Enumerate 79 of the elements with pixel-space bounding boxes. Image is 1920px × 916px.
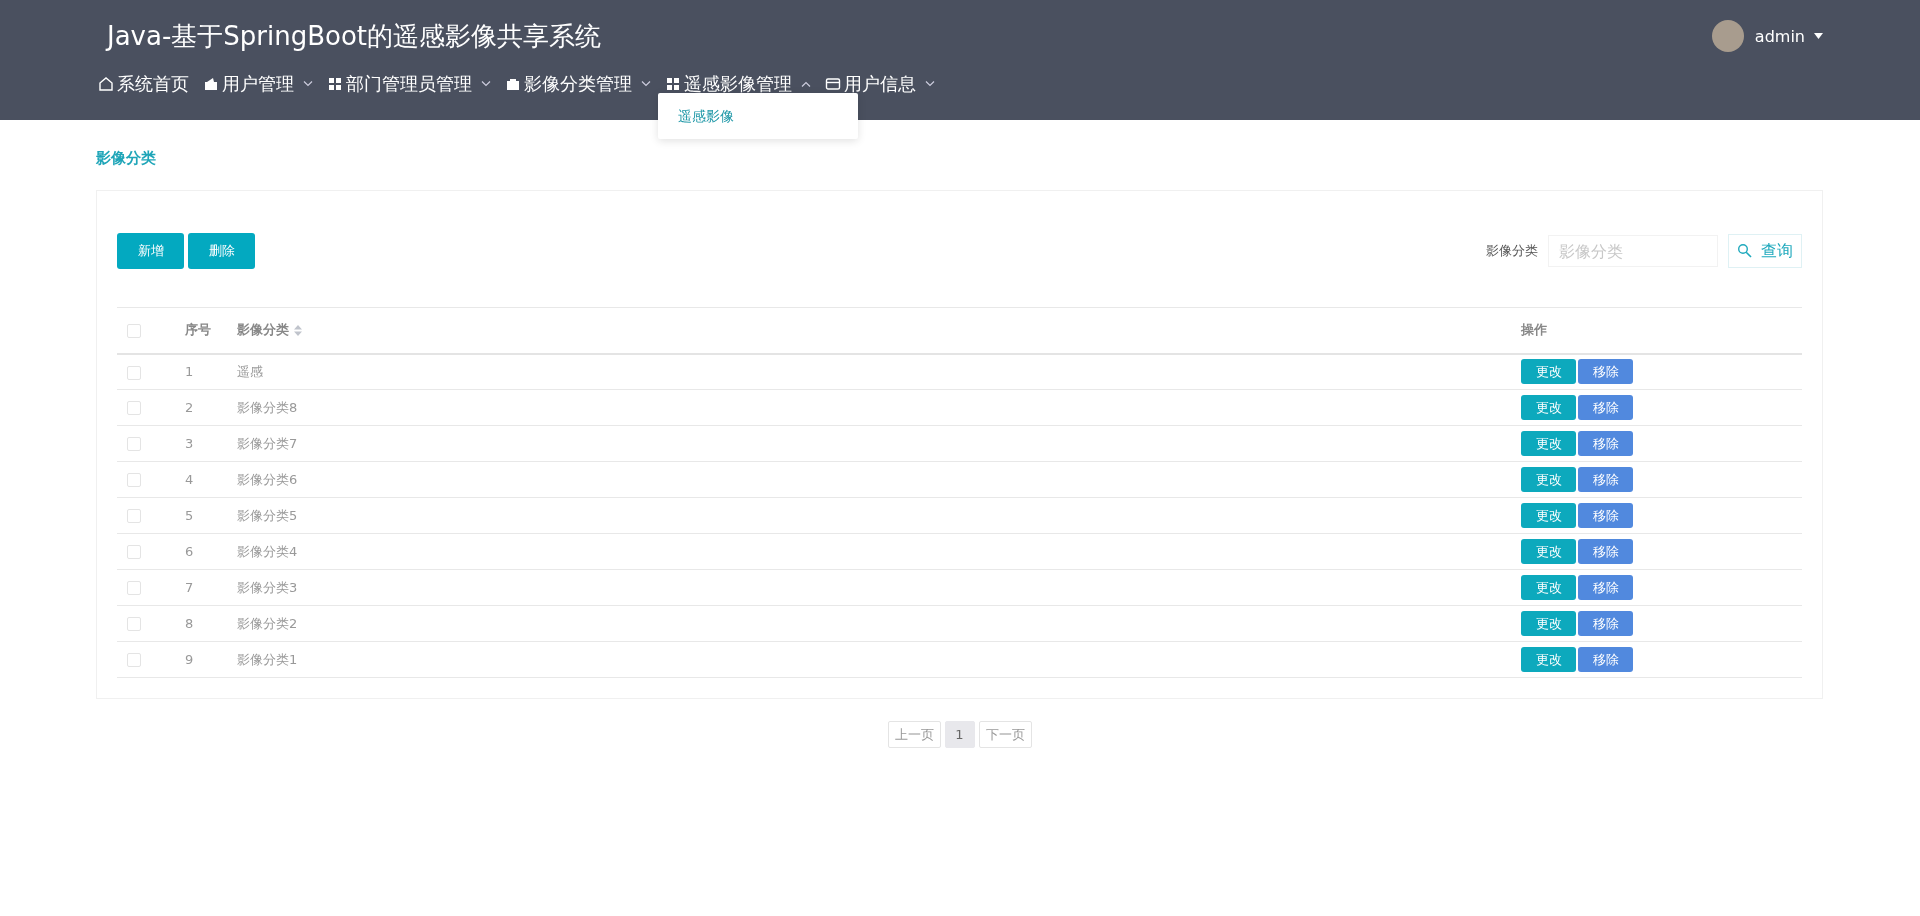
edit-button[interactable]: 更改	[1521, 647, 1576, 672]
table-cell: 5	[185, 508, 194, 523]
table-cell: 1	[185, 364, 194, 380]
table-cell: 8	[185, 616, 194, 631]
remove-button[interactable]: 移除	[1578, 611, 1633, 636]
edit-button[interactable]: 更改	[1521, 431, 1576, 456]
edit-button[interactable]: 更改	[1521, 395, 1576, 420]
table-cell: 3	[185, 436, 194, 451]
chevron-icon	[801, 81, 811, 87]
chevron-icon	[641, 81, 651, 87]
select-all-checkbox[interactable]	[127, 324, 141, 338]
edit-button[interactable]: 更改	[1521, 539, 1576, 564]
table-cell: 影像分类8	[237, 399, 298, 415]
row-checkbox[interactable]	[127, 473, 141, 488]
edit-button[interactable]: 更改	[1521, 503, 1576, 528]
chevron-icon	[303, 81, 313, 87]
sort-icon[interactable]	[294, 324, 302, 336]
wallet-icon	[203, 76, 219, 92]
row-checkbox[interactable]	[127, 437, 141, 452]
table-cell: 影像分类4	[237, 543, 298, 559]
nav-item[interactable]: 用户信息	[825, 72, 935, 96]
briefcase-icon	[505, 76, 521, 92]
card-icon	[825, 76, 841, 92]
grid-icon	[327, 76, 343, 92]
table-cell: 7	[185, 580, 194, 595]
edit-button[interactable]: 更改	[1521, 575, 1576, 600]
nav-item[interactable]: 部门管理员管理	[327, 72, 491, 96]
row-checkbox[interactable]	[127, 653, 141, 668]
row-checkbox[interactable]	[127, 545, 141, 560]
nav-item[interactable]: 遥感影像管理	[665, 72, 811, 96]
caret-icon[interactable]	[1814, 33, 1823, 39]
home-icon	[98, 76, 114, 92]
nav-item[interactable]: 影像分类管理	[505, 72, 651, 96]
row-checkbox[interactable]	[127, 509, 141, 524]
page-button[interactable]: 1	[944, 721, 975, 748]
remove-button[interactable]: 移除	[1578, 647, 1633, 672]
user-menu[interactable]: admin	[1754, 26, 1805, 46]
column-header: 影像分类	[237, 321, 289, 340]
column-header: 操作	[1521, 321, 1547, 340]
remove-button[interactable]: 移除	[1578, 467, 1633, 492]
search-icon	[1737, 243, 1753, 259]
row-checkbox[interactable]	[127, 581, 141, 596]
search-button[interactable]: 查询	[1728, 234, 1802, 268]
table-cell: 4	[185, 472, 194, 487]
edit-button[interactable]: 更改	[1521, 611, 1576, 636]
page-heading: 影像分类	[96, 149, 156, 168]
remove-button[interactable]: 移除	[1578, 575, 1633, 600]
dropdown-item[interactable]: 遥感影像	[658, 105, 858, 127]
nav-item[interactable]: 用户管理	[203, 72, 313, 96]
search-label: 影像分类	[1486, 242, 1538, 260]
remove-button[interactable]: 移除	[1578, 395, 1633, 420]
table-cell: 影像分类6	[237, 471, 298, 487]
table-cell: 9	[185, 652, 194, 667]
remove-button[interactable]: 移除	[1578, 503, 1633, 528]
avatar[interactable]	[1711, 20, 1744, 52]
table-cell: 影像分类7	[237, 435, 298, 451]
toolbar-button[interactable]: 新增	[117, 233, 184, 269]
toolbar-button[interactable]: 删除	[188, 233, 255, 269]
table-cell: 影像分类1	[237, 651, 298, 667]
row-checkbox[interactable]	[127, 365, 141, 380]
table-cell: 影像分类5	[237, 507, 298, 523]
table-cell: 6	[185, 544, 194, 559]
site-title: Java-基于SpringBoot的遥感影像共享系统	[104, 19, 602, 53]
chevron-icon	[925, 81, 935, 87]
remove-button[interactable]: 移除	[1578, 359, 1633, 385]
remove-button[interactable]: 移除	[1578, 431, 1633, 456]
edit-button[interactable]: 更改	[1521, 359, 1576, 385]
table-cell: 影像分类3	[237, 579, 298, 595]
table-cell: 影像分类2	[237, 615, 298, 631]
column-header: 序号	[185, 321, 211, 340]
chevron-icon	[481, 81, 491, 87]
remove-button[interactable]: 移除	[1578, 539, 1633, 564]
nav-item[interactable]: 系统首页	[98, 72, 189, 96]
row-checkbox[interactable]	[127, 617, 141, 632]
grid-icon	[665, 76, 681, 92]
table-cell: 2	[185, 400, 194, 415]
row-checkbox[interactable]	[127, 401, 141, 416]
edit-button[interactable]: 更改	[1521, 467, 1576, 492]
table-cell: 遥感	[237, 363, 263, 379]
